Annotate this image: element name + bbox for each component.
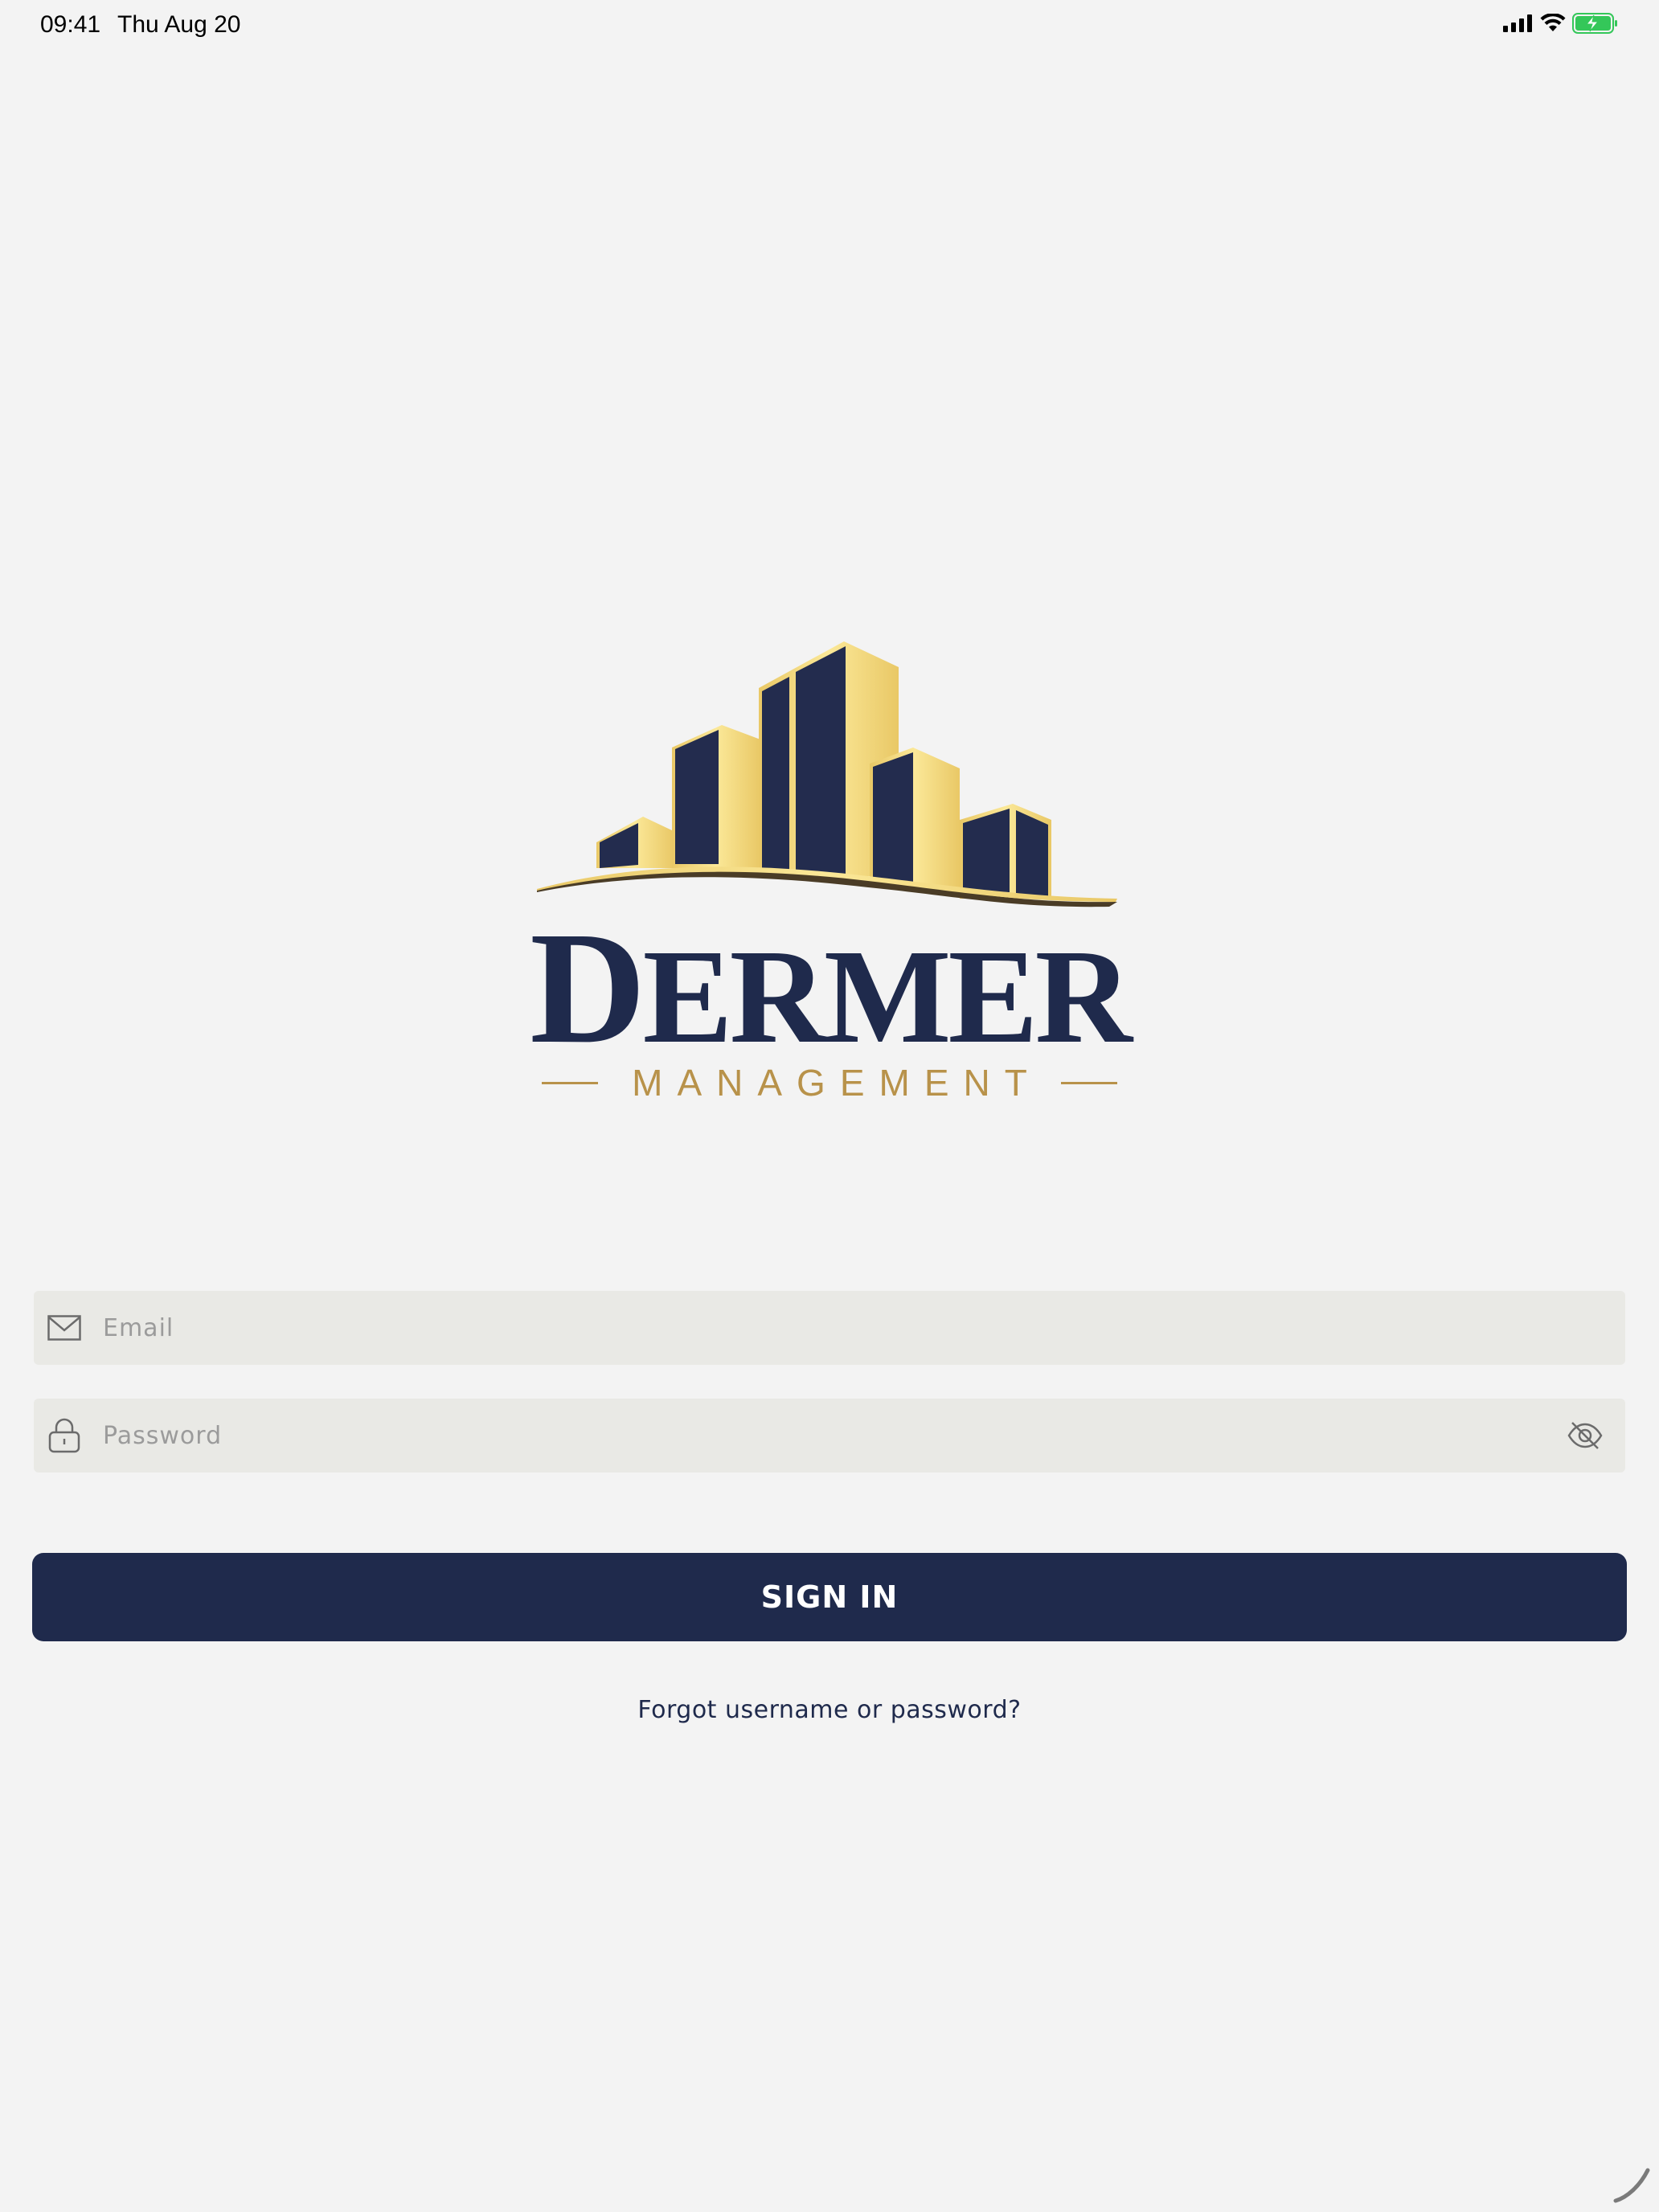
status-time: 09:41: [40, 11, 101, 38]
status-date: Thu Aug 20: [117, 11, 241, 38]
wifi-icon: [1540, 14, 1566, 31]
company-logo: DERMER MANAGEMENT: [0, 635, 1659, 1109]
city-buildings-icon: [537, 641, 1117, 907]
password-input[interactable]: [101, 1420, 1563, 1451]
cellular-signal-icon: [1503, 14, 1532, 32]
password-field[interactable]: [34, 1399, 1625, 1473]
email-field[interactable]: [34, 1291, 1625, 1365]
logo-tagline-row: MANAGEMENT: [0, 1061, 1659, 1104]
corner-handle-icon[interactable]: [1612, 2165, 1651, 2204]
logo-tagline: MANAGEMENT: [632, 1062, 1042, 1104]
forgot-credentials-link[interactable]: Forgot username or password?: [637, 1696, 1021, 1724]
lock-icon: [47, 1418, 82, 1453]
logo-wordmark-rest: ERMER: [642, 922, 1133, 1071]
status-icons: [1503, 13, 1619, 34]
tagline-rule-right: [1060, 1081, 1117, 1084]
envelope-icon: [47, 1310, 82, 1346]
tagline-rule-left: [542, 1081, 599, 1084]
logo-wordmark: DERMER: [0, 908, 1659, 1077]
sign-in-button[interactable]: SIGN IN: [32, 1553, 1627, 1641]
forgot-credentials-row: Forgot username or password?: [0, 1696, 1659, 1724]
battery-charging-icon: [1572, 13, 1617, 34]
eye-slash-icon[interactable]: [1563, 1413, 1608, 1458]
email-input[interactable]: [101, 1313, 1625, 1343]
status-bar: 09:41 Thu Aug 20: [0, 0, 1659, 51]
logo-wordmark-initial: D: [530, 899, 645, 1077]
